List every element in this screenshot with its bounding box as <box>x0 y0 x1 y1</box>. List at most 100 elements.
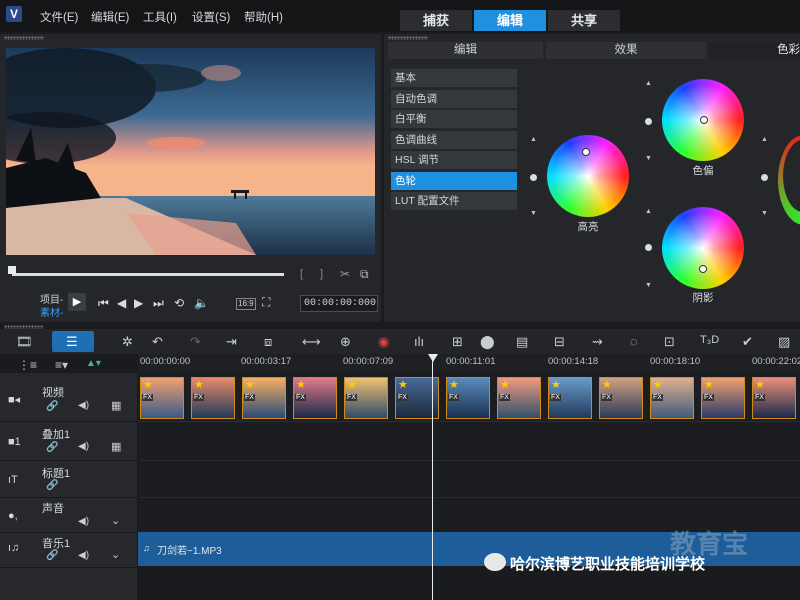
timeline-view-icon[interactable]: ☰ <box>66 334 78 350</box>
link-icon[interactable]: 🔗 <box>46 401 58 412</box>
split-screen-icon[interactable]: ⊡ <box>664 334 675 350</box>
mute-icon[interactable]: ◀) <box>78 441 89 452</box>
video-clip[interactable]: ★ FX <box>140 377 184 419</box>
3d-title-icon[interactable]: T₃D <box>700 334 719 346</box>
chapter-icon[interactable]: ≡▾ <box>55 358 68 372</box>
video-clip[interactable]: ★ FX <box>548 377 592 419</box>
tab-edit-options[interactable]: 编辑 <box>388 42 543 59</box>
category-white-balance[interactable]: 白平衡 <box>391 110 517 128</box>
undo-icon[interactable]: ↶ <box>152 334 163 350</box>
video-clip[interactable]: ★ FX <box>191 377 235 419</box>
menu-edit[interactable]: 编辑(E) <box>91 9 129 25</box>
slider-up-icon[interactable]: ▲ <box>761 136 768 143</box>
video-clip[interactable]: ★ FX <box>446 377 490 419</box>
mode-clip[interactable]: 素材- <box>40 304 63 319</box>
more-tools-icon[interactable]: ▨ <box>778 334 790 350</box>
video-clip[interactable]: ★ FX <box>344 377 388 419</box>
tools-icon[interactable]: ✲ <box>122 334 133 350</box>
video-clip[interactable]: ★ FX <box>293 377 337 419</box>
mark-out-icon[interactable]: ] <box>320 268 323 280</box>
mark-in-icon[interactable]: [ <box>300 268 303 280</box>
slider-up-icon[interactable]: ▲ <box>645 80 652 87</box>
add-marker-icon[interactable]: ▲▾ <box>86 358 101 369</box>
video-clip[interactable]: ★ FX <box>497 377 541 419</box>
record-icon[interactable]: ◉ <box>378 334 389 350</box>
midtone-wheel-handle[interactable] <box>700 116 708 124</box>
video-clip[interactable]: ★ FX <box>752 377 796 419</box>
enlarge-icon[interactable]: ⧉ <box>360 267 369 282</box>
tab-share[interactable]: 共享 <box>548 10 620 31</box>
subtitle-icon[interactable]: ▤ <box>516 334 528 350</box>
motion-tracking-icon[interactable]: ⊞ <box>452 334 463 350</box>
zoom-icon[interactable]: ⊕ <box>340 334 351 350</box>
video-clip[interactable]: ★ FX <box>650 377 694 419</box>
midtone-slider[interactable] <box>645 118 652 125</box>
menu-settings[interactable]: 设置(S) <box>192 9 230 25</box>
mute-icon[interactable]: ◀) <box>78 516 89 527</box>
link-icon[interactable]: 🔗 <box>46 480 58 491</box>
menu-tools[interactable]: 工具(I) <box>143 9 177 25</box>
highlight-slider[interactable] <box>530 174 537 181</box>
category-tone-curve[interactable]: 色调曲线 <box>391 131 517 149</box>
category-basic[interactable]: 基本 <box>391 69 517 87</box>
category-hsl[interactable]: HSL 调节 <box>391 151 517 169</box>
ripple-icon[interactable]: ▦ <box>111 399 121 412</box>
aspect-ratio-button[interactable]: 16:9 <box>236 298 256 310</box>
play-button[interactable]: ▶ <box>68 293 86 311</box>
shadow-slider[interactable] <box>645 244 652 251</box>
video-clip[interactable]: ★ FX <box>599 377 643 419</box>
volume-icon[interactable]: 🔈 <box>194 296 209 310</box>
menu-help[interactable]: 帮助(H) <box>244 9 283 25</box>
overlay-lane[interactable] <box>138 422 800 461</box>
shadow-wheel-handle[interactable] <box>699 265 707 273</box>
repeat-icon[interactable]: ⟲ <box>174 296 184 310</box>
track-manager-icon[interactable]: ⋮≡ <box>18 358 37 372</box>
playhead[interactable] <box>432 354 433 600</box>
category-lut[interactable]: LUT 配置文件 <box>391 192 517 210</box>
preview-timecode[interactable]: 00:00:00:000 <box>300 295 378 312</box>
storyboard-view-icon[interactable]: 🎞 <box>16 334 33 350</box>
snapshot-icon[interactable]: ⧈ <box>264 334 272 350</box>
global-slider[interactable] <box>761 174 768 181</box>
audio-mixer-icon[interactable]: ılı <box>414 334 424 349</box>
scrub-handle[interactable] <box>8 266 16 274</box>
tab-effects[interactable]: 效果 <box>546 42 706 59</box>
crop-icon[interactable]: ⛶ <box>262 295 270 310</box>
mute-icon[interactable]: ◀) <box>78 400 89 411</box>
split-icon[interactable]: ✂ <box>340 267 350 281</box>
category-color-wheel[interactable]: 色轮 <box>391 172 517 190</box>
slider-down-icon[interactable]: ▼ <box>645 155 652 162</box>
playhead-handle[interactable] <box>428 354 438 362</box>
shadow-color-wheel[interactable] <box>662 207 744 289</box>
color-grading-icon[interactable]: ✔ <box>742 334 753 350</box>
time-remap-icon[interactable]: ⇝ <box>592 334 603 350</box>
home-icon[interactable]: ⏮ <box>98 296 109 311</box>
highlight-wheel-handle[interactable] <box>582 148 590 156</box>
end-icon[interactable]: ⏭ <box>153 296 164 311</box>
scrub-bar[interactable] <box>12 273 284 276</box>
mask-icon[interactable]: ⬤ <box>480 334 495 350</box>
slider-up-icon[interactable]: ▲ <box>530 136 537 143</box>
mute-icon[interactable]: ◀) <box>78 550 89 561</box>
trim-icon[interactable]: ⟷ <box>302 334 321 350</box>
tab-edit[interactable]: 编辑 <box>474 10 546 31</box>
ripple-icon[interactable]: ▦ <box>111 440 121 453</box>
slider-down-icon[interactable]: ▼ <box>530 210 537 217</box>
expand-icon[interactable]: ⌄ <box>111 548 120 561</box>
title-lane[interactable] <box>138 461 800 498</box>
highlight-color-wheel[interactable] <box>547 135 629 217</box>
link-icon[interactable]: 🔗 <box>46 550 58 561</box>
category-auto-tone[interactable]: 自动色调 <box>391 90 517 108</box>
link-icon[interactable]: 🔗 <box>46 442 58 453</box>
video-clip[interactable]: ★ FX <box>242 377 286 419</box>
multi-camera-icon[interactable]: ⊟ <box>554 334 565 350</box>
redo-icon[interactable]: ↷ <box>190 334 201 350</box>
pan-zoom-icon[interactable]: ◌ <box>630 334 638 349</box>
menu-file[interactable]: 文件(E) <box>40 9 78 25</box>
slider-up-icon[interactable]: ▲ <box>645 208 652 215</box>
fit-project-icon[interactable]: ⇥ <box>226 334 237 350</box>
expand-icon[interactable]: ⌄ <box>111 514 120 527</box>
next-frame-icon[interactable]: ▶ <box>134 296 143 310</box>
video-clip[interactable]: ★ FX <box>701 377 745 419</box>
slider-down-icon[interactable]: ▼ <box>645 282 652 289</box>
